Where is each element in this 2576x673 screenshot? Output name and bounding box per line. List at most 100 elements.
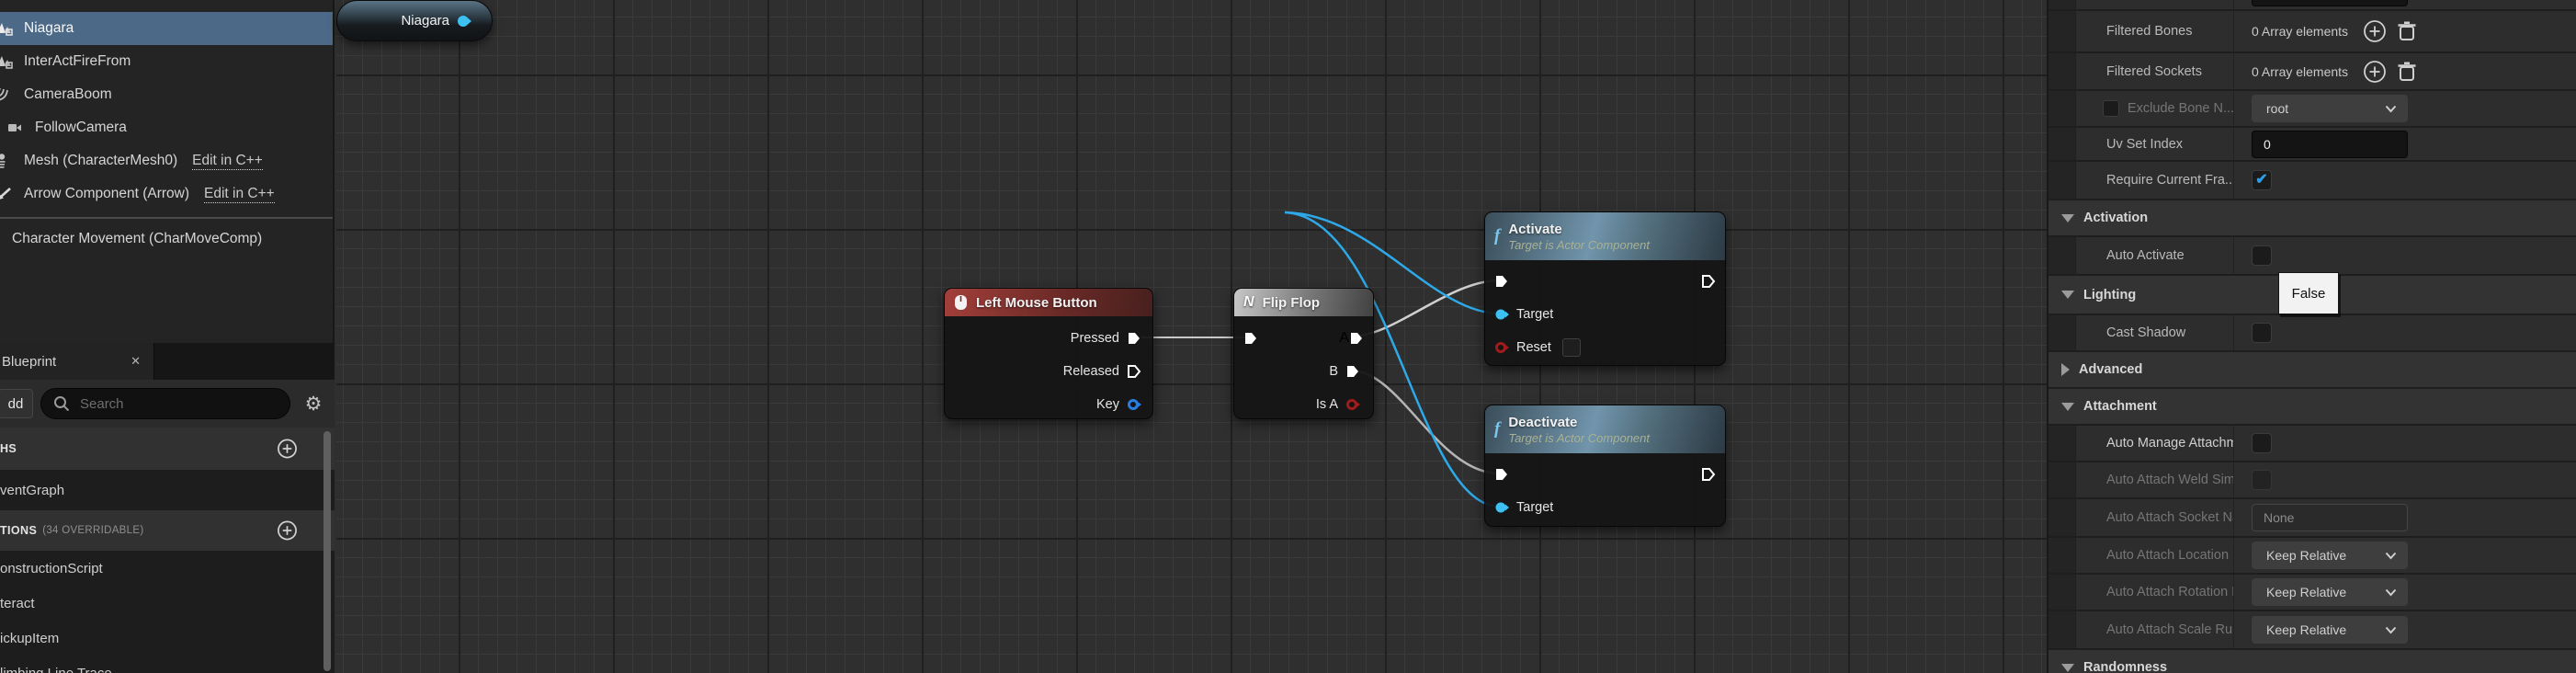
clear-array-icon[interactable] bbox=[2396, 19, 2418, 43]
pin-row-b: B bbox=[1234, 355, 1373, 388]
pin-row-target: Target bbox=[1485, 491, 1725, 524]
add-graph-icon[interactable] bbox=[277, 439, 298, 460]
search-icon bbox=[54, 396, 70, 412]
mouse-icon bbox=[955, 295, 967, 310]
exec-pin-icon[interactable] bbox=[1494, 274, 1509, 289]
function-item-interact[interactable]: teract bbox=[0, 586, 335, 621]
exec-pin-icon[interactable] bbox=[1349, 331, 1364, 346]
add-function-icon[interactable] bbox=[277, 520, 298, 542]
bool-pin-icon[interactable] bbox=[1494, 340, 1509, 355]
add-array-element-icon[interactable] bbox=[2363, 60, 2387, 84]
arrow-component-icon bbox=[0, 188, 11, 200]
section-attachment[interactable]: Attachment bbox=[2048, 389, 2576, 426]
edit-in-cpp-link[interactable]: Edit in C++ bbox=[192, 153, 263, 170]
gear-icon[interactable]: ⚙ bbox=[300, 393, 327, 416]
exec-pin-icon[interactable] bbox=[1127, 364, 1141, 379]
exclude-bone-dropdown[interactable]: root bbox=[2252, 95, 2408, 122]
component-row-niagara[interactable]: Niagara bbox=[0, 12, 333, 45]
property-row-auto-attach-scale-rule: Auto Attach Scale Rule Keep Relative bbox=[2048, 611, 2576, 650]
auto-activate-checkbox[interactable]: ✔ bbox=[2252, 245, 2272, 266]
require-current-frame-checkbox[interactable]: ✔ bbox=[2252, 170, 2272, 190]
components-panel: Capsule Component (CollisionCylinder) Ni… bbox=[0, 0, 335, 343]
function-item-climbing-line-trace[interactable]: limbing Line Trace bbox=[0, 656, 335, 673]
tab-blueprint[interactable]: Blueprint ✕ bbox=[0, 343, 154, 380]
node-left-mouse-button[interactable]: Left Mouse Button Pressed Released Key bbox=[944, 288, 1153, 419]
function-icon: f bbox=[1494, 419, 1501, 439]
add-button[interactable]: dd bbox=[0, 389, 33, 418]
rotation-rule-dropdown[interactable]: Keep Relative bbox=[2252, 578, 2408, 606]
pin-row-key: Key bbox=[945, 388, 1152, 421]
pin-row-released: Released bbox=[945, 355, 1152, 388]
add-array-element-icon[interactable] bbox=[2363, 19, 2387, 43]
property-row-auto-attach-socket-name: Auto Attach Socket Name None bbox=[2048, 499, 2576, 538]
graph-item-eventgraph[interactable]: ventGraph bbox=[0, 470, 335, 510]
exclude-bone-checkbox[interactable] bbox=[2103, 100, 2119, 117]
property-row-auto-manage-attachment: Auto Manage Attachment ✔ bbox=[2048, 426, 2576, 462]
graphs-section-header[interactable]: HS bbox=[0, 428, 335, 470]
niagara-icon bbox=[0, 56, 13, 69]
expand-arrow-icon[interactable] bbox=[2061, 213, 2074, 222]
expand-arrow-icon[interactable] bbox=[2061, 402, 2074, 411]
functions-section-header[interactable]: TIONS (34 OVERRIDABLE) bbox=[0, 510, 335, 551]
graph-canvas[interactable]: Niagara Left Mouse Button Pressed Releas… bbox=[336, 0, 2047, 673]
exec-pin-icon[interactable] bbox=[1127, 331, 1141, 346]
component-row-cameraboom[interactable]: CameraBoom bbox=[0, 78, 333, 111]
exec-pin-icon[interactable] bbox=[1701, 467, 1716, 482]
edit-in-cpp-link[interactable]: Edit in C++ bbox=[204, 186, 275, 203]
function-item-constructionscript[interactable]: onstructionScript bbox=[0, 551, 335, 586]
component-row-character-movement[interactable]: Character Movement (CharMoveComp) bbox=[0, 219, 333, 259]
component-row-clipped[interactable]: Capsule Component (CollisionCylinder) bbox=[0, 0, 333, 12]
object-pin-icon[interactable] bbox=[1494, 307, 1509, 322]
component-row-followcamera[interactable]: FollowCamera bbox=[0, 111, 333, 144]
exec-pin-icon[interactable] bbox=[1243, 331, 1258, 346]
pin-row-target: Target bbox=[1485, 298, 1725, 331]
section-advanced[interactable]: Advanced bbox=[2048, 352, 2576, 389]
cast-shadow-checkbox[interactable]: ✔ bbox=[2252, 323, 2272, 343]
property-row-uv-set-index: Uv Set Index 0 bbox=[2048, 128, 2576, 162]
uv-set-index-input[interactable]: 0 bbox=[2252, 130, 2408, 158]
chevron-down-icon bbox=[2385, 552, 2397, 559]
expand-arrow-icon[interactable] bbox=[2061, 663, 2074, 672]
exec-pin-icon[interactable] bbox=[1494, 467, 1509, 482]
function-item-pickupitem[interactable]: ickupItem bbox=[0, 621, 335, 656]
node-header: f Deactivate Target is Actor Component bbox=[1485, 405, 1725, 453]
key-struct-pin-icon[interactable] bbox=[1127, 397, 1141, 412]
section-randomness[interactable]: Randomness bbox=[2048, 650, 2576, 673]
pin-row-is-a: Is A bbox=[1234, 388, 1373, 421]
scrollbar[interactable] bbox=[322, 429, 333, 673]
node-flip-flop[interactable]: Ν Flip Flop A B Is A bbox=[1233, 288, 1374, 419]
close-icon[interactable]: ✕ bbox=[131, 354, 141, 369]
auto-attach-socket-name-input[interactable]: None bbox=[2252, 504, 2408, 531]
property-row-exclude-bone: Exclude Bone N... root bbox=[2048, 91, 2576, 128]
wires-layer bbox=[1140, 211, 1501, 508]
exec-pin-icon[interactable] bbox=[1345, 364, 1360, 379]
chevron-down-icon bbox=[2385, 588, 2397, 596]
component-row-mesh[interactable]: Mesh (CharacterMesh0) Edit in C++ bbox=[0, 144, 333, 177]
component-row-interactfirefrom[interactable]: InterActFireFrom bbox=[0, 45, 333, 78]
search-box[interactable] bbox=[40, 388, 290, 419]
section-activation[interactable]: Activation bbox=[2048, 200, 2576, 237]
node-header: Ν Flip Flop bbox=[1234, 289, 1373, 316]
whole-mesh-lod-input[interactable]: 1 bbox=[2252, 0, 2408, 6]
details-panel: Whole Mesh LOD 1 Filtered Bones 0 Array … bbox=[2047, 0, 2576, 673]
exec-pin-icon[interactable] bbox=[1701, 274, 1716, 289]
auto-manage-attachment-checkbox[interactable]: ✔ bbox=[2252, 433, 2272, 453]
scale-rule-dropdown[interactable]: Keep Relative bbox=[2252, 616, 2408, 644]
bool-pin-icon[interactable] bbox=[1345, 397, 1360, 412]
node-header: Left Mouse Button bbox=[945, 289, 1152, 316]
node-deactivate[interactable]: f Deactivate Target is Actor Component T… bbox=[1484, 405, 1726, 527]
expand-arrow-icon[interactable] bbox=[2061, 291, 2074, 299]
reset-checkbox[interactable] bbox=[1561, 338, 1581, 357]
collapsed-arrow-icon[interactable] bbox=[2061, 363, 2070, 376]
clear-array-icon[interactable] bbox=[2396, 60, 2418, 84]
search-input[interactable] bbox=[80, 395, 278, 412]
node-activate[interactable]: f Activate Target is Actor Component Tar… bbox=[1484, 211, 1726, 366]
component-row-arrow[interactable]: Arrow Component (Arrow) Edit in C++ bbox=[0, 177, 333, 211]
location-rule-dropdown[interactable]: Keep Relative bbox=[2252, 542, 2408, 569]
niagara-icon bbox=[0, 23, 13, 36]
scrollbar-thumb[interactable] bbox=[323, 431, 331, 671]
auto-attach-weld-checkbox[interactable]: ✔ bbox=[2252, 470, 2272, 490]
pin-row-pressed: Pressed bbox=[945, 322, 1152, 355]
object-pin-icon[interactable] bbox=[1494, 500, 1509, 515]
pin-row-reset: Reset bbox=[1485, 331, 1725, 364]
